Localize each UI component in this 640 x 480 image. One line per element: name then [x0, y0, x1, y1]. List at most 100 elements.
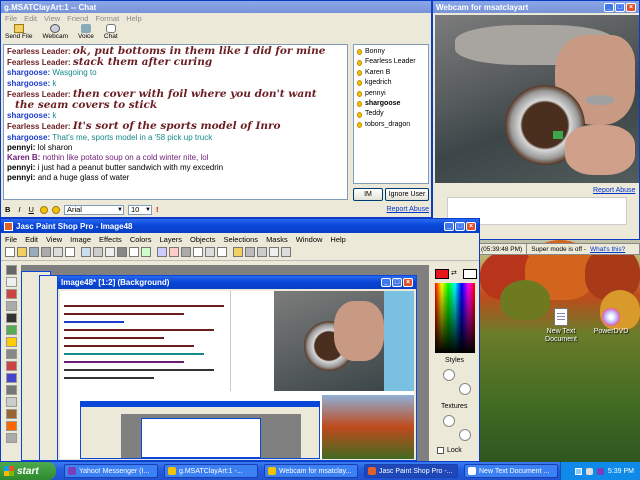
messenger-tray-icon[interactable]: [596, 467, 604, 475]
webcam-title-bar[interactable]: Webcam for msatclayart _ □ ×: [433, 1, 639, 13]
toolbar-tool-icon[interactable]: [53, 247, 63, 257]
paint-tool-icon[interactable]: [5, 397, 17, 407]
start-button[interactable]: start: [0, 462, 56, 480]
close-button[interactable]: ×: [466, 221, 476, 231]
color-spectrum-picker[interactable]: [435, 283, 475, 353]
minimize-button[interactable]: _: [381, 278, 391, 287]
emoticon-icon[interactable]: [39, 205, 48, 214]
toolbar-tool-icon[interactable]: [17, 247, 27, 257]
menu-view[interactable]: View: [44, 14, 60, 23]
image-canvas[interactable]: [60, 291, 414, 459]
menu-help[interactable]: Help: [330, 235, 345, 244]
maximize-button[interactable]: □: [615, 2, 625, 12]
menu-friend[interactable]: Friend: [67, 14, 88, 23]
menu-edit[interactable]: Edit: [24, 14, 37, 23]
chat-buddy-list[interactable]: Bonny Fearless Leader Karen B kgedrich penny…: [353, 44, 429, 184]
bold-button[interactable]: B: [3, 205, 12, 214]
paint-tool-icon[interactable]: [5, 289, 17, 299]
swap-colors-icon[interactable]: ⇄: [451, 269, 457, 277]
toolbar-tool-icon[interactable]: [117, 247, 127, 257]
psp-title-bar[interactable]: Jasc Paint Shop Pro - Image48 _ □ ×: [1, 219, 479, 233]
menu-file[interactable]: File: [5, 235, 17, 244]
toolbar-tool-icon[interactable]: [141, 247, 151, 257]
close-button[interactable]: ×: [626, 2, 636, 12]
toolbar-tool-icon[interactable]: [81, 247, 91, 257]
foreground-color-swatch[interactable]: [435, 269, 449, 279]
buddy-list-item[interactable]: Teddy: [357, 109, 425, 119]
desktop-icon-new-text-document[interactable]: New Text Document: [538, 308, 584, 344]
toolbar-tool-icon[interactable]: [129, 247, 139, 257]
minimize-button[interactable]: _: [604, 2, 614, 12]
smiley-icon[interactable]: [51, 205, 60, 214]
whats-this-link[interactable]: What's this?: [590, 246, 625, 253]
maximize-button[interactable]: □: [455, 221, 465, 231]
style-swatch-background[interactable]: [459, 383, 471, 395]
report-abuse-link[interactable]: Report Abuse: [387, 206, 429, 213]
paint-tool-icon[interactable]: [5, 361, 17, 371]
taskbar-item[interactable]: g.MSATClayArt:1 -...: [164, 464, 258, 478]
toolbar-tool-icon[interactable]: [93, 247, 103, 257]
menu-window[interactable]: Window: [296, 235, 323, 244]
menu-colors[interactable]: Colors: [130, 235, 152, 244]
size-select[interactable]: 10 ▼: [127, 204, 152, 215]
paint-tool-icon[interactable]: [5, 277, 17, 287]
menu-help[interactable]: Help: [126, 14, 141, 23]
minimize-button[interactable]: _: [444, 221, 454, 231]
paint-tool-icon[interactable]: [5, 349, 17, 359]
buddy-list-item[interactable]: Fearless Leader: [357, 57, 425, 67]
toolbar-tool-icon[interactable]: [193, 247, 203, 257]
menu-layers[interactable]: Layers: [160, 235, 183, 244]
buddy-list-item[interactable]: pennyi: [357, 89, 425, 99]
chat-title-bar[interactable]: g.MSATClayArt:1 -- Chat: [1, 1, 431, 13]
menu-masks[interactable]: Masks: [266, 235, 288, 244]
webcam-report-abuse-link[interactable]: Report Abuse: [593, 187, 635, 194]
paint-tool-icon[interactable]: [5, 433, 17, 443]
paint-tool-icon[interactable]: [5, 421, 17, 431]
paint-tool-icon[interactable]: [5, 301, 17, 311]
buddy-list-item[interactable]: kgedrich: [357, 78, 425, 88]
toolbar-tool-icon[interactable]: [5, 247, 15, 257]
volume-icon[interactable]: [585, 467, 593, 475]
toolbar-tool-icon[interactable]: [205, 247, 215, 257]
image-window-title-bar[interactable]: Image48* [1:2] (Background) _ □ ×: [58, 276, 416, 289]
style-swatch-foreground[interactable]: [443, 369, 455, 381]
toolbar-tool-icon[interactable]: [169, 247, 179, 257]
toolbar-tool-icon[interactable]: [65, 247, 75, 257]
toolbar-tool-icon[interactable]: [217, 247, 227, 257]
toolbar-tool-icon[interactable]: [245, 247, 255, 257]
menu-objects[interactable]: Objects: [190, 235, 215, 244]
network-icon[interactable]: [574, 467, 582, 475]
paint-tool-icon[interactable]: [5, 373, 17, 383]
texture-swatch-background[interactable]: [459, 429, 471, 441]
texture-swatch-foreground[interactable]: [443, 415, 455, 427]
paint-tool-icon[interactable]: [5, 313, 17, 323]
paint-tool-icon[interactable]: [5, 265, 17, 275]
paint-tool-icon[interactable]: [5, 337, 17, 347]
taskbar-item[interactable]: New Text Document ...: [464, 464, 558, 478]
underline-button[interactable]: U: [27, 205, 36, 214]
menu-image[interactable]: Image: [70, 235, 91, 244]
lock-checkbox[interactable]: Lock: [437, 447, 462, 454]
buddy-list-item[interactable]: tobors_dragon: [357, 120, 425, 130]
chat-button[interactable]: Chat: [104, 24, 118, 42]
buddy-list-item[interactable]: Bonny: [357, 47, 425, 57]
menu-selections[interactable]: Selections: [223, 235, 258, 244]
taskbar-item[interactable]: Webcam for msatclay...: [264, 464, 358, 478]
paint-tool-icon[interactable]: [5, 409, 17, 419]
toolbar-tool-icon[interactable]: [257, 247, 267, 257]
close-button[interactable]: ×: [403, 278, 413, 287]
toolbar-tool-icon[interactable]: [269, 247, 279, 257]
toolbar-tool-icon[interactable]: [181, 247, 191, 257]
italic-button[interactable]: I: [16, 205, 22, 214]
maximize-button[interactable]: □: [392, 278, 402, 287]
buzz-icon[interactable]: !: [156, 205, 159, 214]
voice-button[interactable]: Voice: [78, 24, 94, 42]
desktop-icon-powerdvd[interactable]: PowerDVD: [588, 308, 634, 336]
taskbar-item[interactable]: Jasc Paint Shop Pro -...: [364, 464, 458, 478]
toolbar-tool-icon[interactable]: [105, 247, 115, 257]
webcam-button[interactable]: Webcam: [42, 24, 68, 42]
menu-edit[interactable]: Edit: [25, 235, 38, 244]
im-button[interactable]: IM: [353, 188, 383, 201]
font-select[interactable]: Arial ▼: [63, 204, 124, 215]
toolbar-tool-icon[interactable]: [41, 247, 51, 257]
